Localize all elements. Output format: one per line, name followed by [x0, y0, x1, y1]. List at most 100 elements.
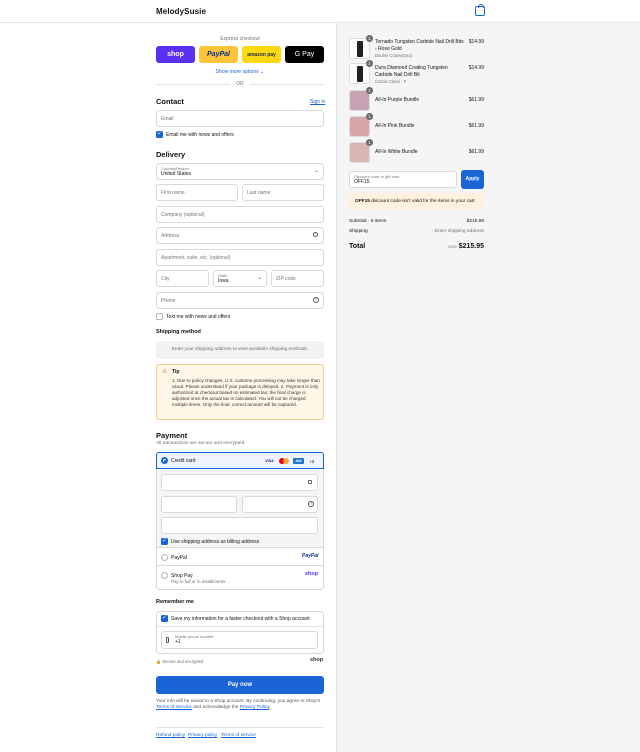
product-name: All-In Pink Bundle: [375, 123, 415, 129]
secure-text: Secure and encrypted: [162, 659, 204, 664]
mastercard-icon: [279, 458, 289, 464]
zip-field[interactable]: ZIP code: [271, 270, 324, 287]
discount-error-code: OFF15: [355, 199, 370, 204]
email-news-checkbox[interactable]: ✓: [156, 131, 163, 138]
search-icon: [313, 232, 318, 237]
apartment-field[interactable]: Apartment, suite, etc. (optional): [156, 249, 324, 266]
shop-logo: shop: [310, 657, 324, 663]
company-field[interactable]: Company (optional): [156, 206, 324, 223]
amazon-pay-button[interactable]: amazon pay: [242, 46, 281, 63]
product-name: Dura Diamond Coating Tungsten Carbide Na…: [375, 65, 448, 78]
store-logo[interactable]: MelodySusie: [156, 7, 206, 16]
save-info-label: Save my information for a faster checkou…: [171, 616, 310, 622]
shop-pay-button[interactable]: shop: [156, 46, 195, 63]
security-code-field[interactable]: [242, 496, 318, 513]
divider: [156, 727, 324, 728]
mobile-phone-field[interactable]: Mobile phone number +1: [161, 631, 318, 649]
product-variant: Double Coarse(3xc): [375, 53, 413, 58]
express-checkout-label: Express checkout: [220, 36, 260, 42]
shipping-method-heading: Shipping method: [156, 329, 201, 335]
legal-text-1: Your info will be saved to a Shop accoun…: [156, 699, 321, 704]
paypal-radio[interactable]: [161, 554, 168, 561]
shop-pay-radio[interactable]: [161, 572, 168, 579]
product-name: Tornado Tungsten Carbide Nail Drill Bits…: [375, 39, 464, 52]
chevron-down-icon: ⌄: [257, 275, 263, 281]
name-on-card-field[interactable]: [161, 517, 318, 534]
shopping-bag-icon[interactable]: [475, 4, 485, 16]
secure-encrypted-label: 🔒 Secure and encrypted: [156, 659, 203, 665]
country-select[interactable]: Country/Region United States: [156, 163, 324, 180]
sign-in-link[interactable]: Sign in: [310, 99, 325, 105]
subtotal-value: $215.95: [466, 219, 484, 224]
total-value: $215.95: [458, 243, 484, 250]
quantity-badge: 1: [366, 60, 373, 67]
country-value: United States: [161, 170, 192, 177]
help-icon[interactable]: ?: [308, 501, 314, 507]
shop-pay-subtitle: Pay in full or in installments: [171, 579, 226, 584]
discount-error-message: discount code isn't valid for the items …: [371, 199, 475, 204]
last-name-field[interactable]: Last name: [242, 184, 324, 201]
shipping-placeholder: Enter your shipping address to view avai…: [156, 341, 324, 359]
legal-text-2: and acknowledge the: [193, 705, 239, 711]
legal-text: Your info will be saved to a Shop accoun…: [156, 699, 324, 712]
expiration-field[interactable]: [161, 496, 237, 513]
privacy-policy-footer-link[interactable]: Privacy policy: [188, 733, 217, 738]
credit-card-radio[interactable]: [161, 457, 168, 464]
delivery-heading: Delivery: [156, 150, 186, 159]
discount-code-field[interactable]: Discount code or gift card OFF15: [349, 171, 457, 188]
pay-now-button[interactable]: Pay now: [156, 676, 324, 694]
show-more-label: Show more options: [215, 69, 259, 75]
product-price: $14.99: [468, 39, 484, 45]
product-price: $14.99: [468, 65, 484, 71]
divider: [156, 626, 324, 627]
state-value: Iowa: [218, 277, 229, 284]
header: MelodySusie: [0, 0, 640, 23]
quantity-badge: 1: [366, 139, 373, 146]
shipping-value: Enter shipping address: [434, 229, 484, 234]
email-news-label: Email me with news and offers: [166, 132, 234, 138]
save-info-checkbox[interactable]: ✓: [161, 615, 168, 622]
total-amount: USD $215.95: [448, 243, 484, 250]
billing-address-label: Use shipping address as billing address: [171, 539, 260, 545]
product-name: All-In White Bundle: [375, 149, 418, 155]
quantity-badge: 1: [366, 113, 373, 120]
quantity-badge: 1: [366, 87, 373, 94]
refund-policy-link[interactable]: Refund policy: [156, 733, 185, 738]
google-pay-button[interactable]: G Pay: [285, 46, 324, 63]
shop-pay-logo: shop: [305, 571, 319, 577]
more-cards-badge: +3: [309, 459, 315, 464]
address-field[interactable]: Address: [156, 227, 324, 244]
mobile-phone-value: +1: [175, 639, 181, 646]
quantity-badge: 1: [366, 35, 373, 42]
terms-of-service-link[interactable]: Terms of Service: [156, 705, 192, 710]
product-variant: Cuticle Clean - F: [375, 79, 407, 84]
privacy-policy-link[interactable]: Privacy Policy: [240, 705, 270, 710]
warning-icon: ⚠: [162, 369, 168, 375]
tip-title: Tip: [172, 369, 180, 375]
first-name-field[interactable]: First name: [156, 184, 238, 201]
payment-subtitle: All transactions are secure and encrypte…: [156, 441, 246, 446]
paypal-label: PayPal: [171, 555, 187, 561]
card-number-field[interactable]: [161, 474, 318, 491]
phone-field[interactable]: Phone: [156, 292, 324, 309]
city-field[interactable]: City: [156, 270, 209, 287]
apply-button[interactable]: Apply: [461, 170, 484, 189]
credit-card-label: Credit card: [171, 458, 196, 464]
remember-me-heading: Remember me: [156, 599, 194, 605]
email-field[interactable]: Email: [156, 110, 324, 127]
help-icon[interactable]: ?: [313, 297, 319, 303]
text-news-checkbox[interactable]: [156, 313, 163, 320]
mobile-phone-icon: [166, 637, 169, 643]
legal-text-end: .: [269, 705, 271, 711]
amex-icon: AM: [293, 458, 304, 464]
terms-of-service-footer-link[interactable]: Terms of service: [221, 733, 256, 738]
contact-heading: Contact: [156, 97, 184, 106]
tip-body: 1. Due to policy changes, U.S. customs p…: [172, 378, 320, 408]
billing-address-checkbox[interactable]: ✓: [161, 538, 168, 545]
subtotal-label: Subtotal · 5 items: [349, 219, 387, 224]
chevron-down-icon: ⌄: [260, 69, 265, 75]
chevron-down-icon: ⌄: [314, 168, 320, 174]
show-more-options-link[interactable]: Show more options ⌄: [156, 69, 324, 75]
paypal-button[interactable]: PayPal: [199, 46, 238, 63]
visa-icon: VISA: [265, 459, 274, 463]
